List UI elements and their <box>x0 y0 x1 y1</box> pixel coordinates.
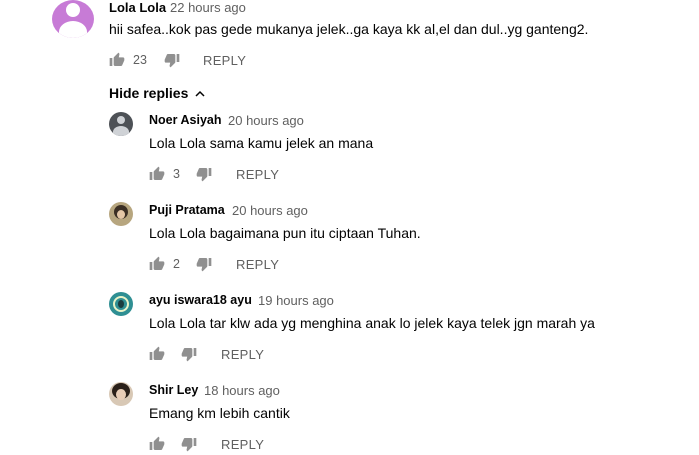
comment-author[interactable]: Lola Lola <box>109 0 166 15</box>
thumb-down-icon[interactable] <box>196 256 212 272</box>
reply-author[interactable]: Shir Ley <box>149 383 198 397</box>
avatar[interactable] <box>109 112 133 136</box>
reply-author[interactable]: ayu iswara18 ayu <box>149 293 252 307</box>
reply-button[interactable]: REPLY <box>221 437 264 452</box>
thumb-down-icon[interactable] <box>181 436 197 452</box>
reply-button[interactable]: REPLY <box>203 53 246 68</box>
thumb-up-icon[interactable] <box>109 52 125 68</box>
reply-author[interactable]: Noer Asiyah <box>149 113 221 127</box>
thumb-down-icon[interactable] <box>164 52 180 68</box>
avatar[interactable] <box>109 292 133 316</box>
avatar[interactable] <box>109 202 133 226</box>
thumb-up-icon[interactable] <box>149 436 165 452</box>
reply-text: Lola Lola bagaimana pun itu ciptaan Tuha… <box>149 225 421 241</box>
chevron-up-icon <box>195 90 205 97</box>
reply-time[interactable]: 18 hours ago <box>204 383 280 398</box>
hide-replies-label: Hide replies <box>109 85 189 101</box>
reply-text: Lola Lola sama kamu jelek an mana <box>149 135 374 151</box>
thumb-up-icon[interactable] <box>149 346 165 362</box>
avatar[interactable] <box>52 0 94 38</box>
like-count: 23 <box>133 53 147 67</box>
avatar[interactable] <box>109 382 133 406</box>
reply-time[interactable]: 20 hours ago <box>228 113 304 128</box>
reply-button[interactable]: REPLY <box>236 167 279 182</box>
thumb-up-icon[interactable] <box>149 256 165 272</box>
reply-button[interactable]: REPLY <box>221 347 264 362</box>
reply-time[interactable]: 19 hours ago <box>258 293 334 308</box>
comment-time[interactable]: 22 hours ago <box>170 0 246 15</box>
reply-button[interactable]: REPLY <box>236 257 279 272</box>
reply-text: Emang km lebih cantik <box>149 405 290 421</box>
hide-replies-button[interactable]: Hide replies <box>109 85 205 101</box>
reply-time[interactable]: 20 hours ago <box>232 203 308 218</box>
like-count: 2 <box>173 257 180 271</box>
comment-text: hii safea..kok pas gede mukanya jelek..g… <box>109 21 589 37</box>
reply-text: Lola Lola tar klw ada yg menghina anak l… <box>149 315 595 331</box>
like-count: 3 <box>173 167 180 181</box>
thumb-down-icon[interactable] <box>196 166 212 182</box>
thumb-down-icon[interactable] <box>181 346 197 362</box>
thumb-up-icon[interactable] <box>149 166 165 182</box>
reply-author[interactable]: Puji Pratama <box>149 203 225 217</box>
